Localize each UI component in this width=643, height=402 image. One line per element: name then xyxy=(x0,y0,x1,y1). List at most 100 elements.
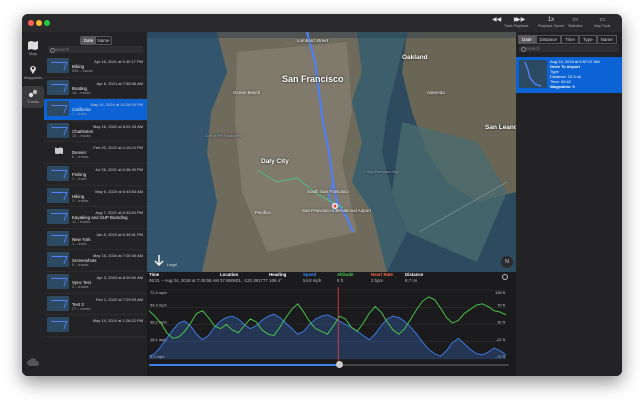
toolbar-button-4[interactable]: ▭ Statistics xyxy=(568,16,582,28)
list-item[interactable]: Aug 7, 2021 at 6:33:50 PM Kayaking and SU… xyxy=(44,207,147,229)
zoom-window-button[interactable] xyxy=(44,20,50,26)
search-icon xyxy=(50,48,55,53)
rail-waypoints[interactable]: Waypoints xyxy=(22,62,44,84)
item-count: 5 – tracks xyxy=(72,263,89,268)
item-date: Feb 20, 2022 at 4:10:24 PM xyxy=(93,145,143,151)
item-count: 535 – tracks xyxy=(72,69,93,73)
toolbar-button-0[interactable]: ◀◀ xyxy=(492,16,501,24)
map-label: Lombard Street xyxy=(297,38,329,43)
toolbar-label-5: Map Tools xyxy=(594,24,611,28)
item-thumbnail xyxy=(47,101,69,117)
scrubber-fill xyxy=(149,364,340,366)
list-item[interactable]: Apr 6, 2021 at 7:58:36 AM Boating 16 – tra… xyxy=(44,78,147,100)
metric-value: 8.7 mi xyxy=(405,278,417,283)
rail-map-label: Map xyxy=(29,51,37,56)
scrubber-knob[interactable] xyxy=(336,361,344,368)
locate-arrow-icon[interactable] xyxy=(154,254,164,266)
metric-value: 2 bpm xyxy=(371,278,384,283)
list-item[interactable]: May 15, 2024 at 7:00:36 AM Screenshots 5 –… xyxy=(44,250,147,272)
toolbar-button-5[interactable]: ▭ Map Tools xyxy=(594,16,610,28)
rail-map[interactable]: Map xyxy=(22,38,44,60)
item-date: Apr 3, 2023 at 8:00:00 AM xyxy=(96,274,143,280)
search-icon xyxy=(521,47,526,52)
chart-metric-distance[interactable]: Distance 8.7 mi xyxy=(405,272,423,283)
chart-plot[interactable]: 72.4 mph 128 ft54.3 mph 79 ft36.2 mph 30 ft… xyxy=(147,287,516,362)
item-count: 11 – tracks xyxy=(72,220,91,225)
list-item[interactable]: May 14, 2024 at 1:26:22 PM xyxy=(44,315,147,337)
sort-name-tab[interactable]: Name xyxy=(96,37,111,44)
list-search-input[interactable]: Search xyxy=(48,46,143,53)
toolbar-glyph-3: 1x xyxy=(547,17,555,23)
chart-metric-location[interactable]: Location 37.650601, -122.391777 xyxy=(220,272,268,283)
sort-date-tab[interactable]: Date xyxy=(81,37,96,44)
metric-key: Altitude xyxy=(337,272,354,277)
list-item[interactable]: Feb 20, 2022 at 4:10:24 PM Denver 6 – trac… xyxy=(44,142,147,164)
list-item[interactable]: May 14, 2024 at 10:26:09 PM California 7 –… xyxy=(44,99,147,121)
list-item[interactable]: Apr 16, 2021 at 5:40:17 PM Biking 535 – tr… xyxy=(44,56,147,78)
track-sort-tab-date[interactable]: Date xyxy=(518,35,536,44)
map-label: Ocean Beach xyxy=(233,90,261,95)
cloud-icon xyxy=(27,358,39,366)
metric-value: 06:21 – Aug 24, 2018 at 7:45:58 AM xyxy=(149,278,220,283)
item-count: 10 – tracks xyxy=(72,133,91,138)
folder-list: Date Name Search Apr 16, 2021 at 5:40:17… xyxy=(44,32,147,376)
track-search-input[interactable]: Search xyxy=(519,45,619,52)
item-thumbnail xyxy=(47,230,69,246)
item-thumbnail xyxy=(47,58,69,73)
track-sort-tab-time[interactable]: Time xyxy=(561,35,579,44)
track-sort-tab-distance[interactable]: Distance xyxy=(535,35,562,44)
chart-metric-heart-rate[interactable]: Heart Rate 2 bpm xyxy=(371,272,393,283)
item-count: 3 – tracks xyxy=(72,284,89,289)
map-view[interactable]: San Francisco Oakland Daly City Alameda San … xyxy=(147,32,516,272)
folder-map-icon xyxy=(55,147,63,155)
item-thumbnail xyxy=(47,273,69,289)
list-item[interactable]: Apr 3, 2023 at 8:00:00 AM Sync Test 3 – tr… xyxy=(44,272,147,294)
playback-scrubber[interactable] xyxy=(149,361,509,368)
map-legal-link[interactable]: Legal xyxy=(167,262,177,267)
item-thumbnail xyxy=(47,252,69,268)
toolbar-button-2[interactable]: ▶▶ xyxy=(516,16,525,24)
item-thumbnail xyxy=(47,317,69,333)
item-count: 27 – tracks xyxy=(72,306,91,311)
metric-value: 54.8 mph xyxy=(303,278,322,283)
list-item[interactable]: May 16, 2022 at 8:01:43 AM Charleston 10 –… xyxy=(44,121,147,143)
track-row-selected[interactable]: Aug 24, 2018 at 6:57:07 AM Drive To Airp… xyxy=(516,57,622,93)
rail-tracks[interactable]: Tracks xyxy=(22,86,44,108)
list-item[interactable]: Jan 8, 2023 at 6:39:41 PM New York 1 – tra… xyxy=(44,229,147,251)
chart-metric-time[interactable]: Time 06:21 – Aug 24, 2018 at 7:45:58 AM xyxy=(149,272,219,283)
item-count: 7 – track xyxy=(72,112,87,117)
pin-icon xyxy=(30,66,36,74)
close-window-button[interactable] xyxy=(28,20,34,26)
item-thumbnail xyxy=(47,165,69,181)
toolbar-button-3[interactable]: 1x Playback Speed xyxy=(538,16,564,28)
track-panel: Date Distance Time Type Name Search Aug 24, … xyxy=(516,32,622,376)
list-item[interactable]: May 6, 2023 at 6:43:54 AM Hiking 3 – track… xyxy=(44,186,147,208)
chart-metric-altitude[interactable]: Altitude 5 ft xyxy=(337,272,353,283)
list-item[interactable]: Feb 1, 2022 at 7:29:03 AM Test 3 27 – trac… xyxy=(44,294,147,316)
minimize-window-button[interactable] xyxy=(36,20,42,26)
item-date: May 15, 2024 at 7:00:36 AM xyxy=(92,253,143,259)
metric-key: Heading xyxy=(269,272,287,277)
toolbar-glyph-0: ◀◀ xyxy=(492,17,502,23)
toolbar-glyph-4: ▭ xyxy=(572,17,579,23)
chart-metric-speed[interactable]: Speed 54.8 mph xyxy=(303,272,321,283)
track-search-placeholder: Search xyxy=(526,46,541,51)
tracks-icon xyxy=(28,89,38,98)
item-date: May 14, 2024 at 1:26:22 PM xyxy=(92,318,143,324)
track-sort-tab-name[interactable]: Name xyxy=(596,35,617,44)
item-thumbnail xyxy=(47,122,69,138)
gear-icon[interactable] xyxy=(502,274,508,280)
toolbar-label-3: Playback Speed xyxy=(538,24,564,28)
map-label: Pacifica xyxy=(255,210,271,215)
list-sort-segment: Date Name xyxy=(80,36,112,45)
item-thumbnail xyxy=(47,187,69,203)
map-imagery xyxy=(147,32,516,272)
track-sort-tab-type[interactable]: Type xyxy=(578,35,597,44)
list-item[interactable]: Jul 26, 2021 at 6:38:49 PM Fishing 1 – tra… xyxy=(44,164,147,186)
compass-button[interactable]: N xyxy=(501,256,513,268)
map-label: Oakland xyxy=(402,54,428,61)
item-count: 3 – tracks xyxy=(72,198,89,203)
chart-metric-heading[interactable]: Heading 169.4° xyxy=(269,272,286,283)
metric-key: Time xyxy=(149,272,160,277)
folder-items: Apr 16, 2021 at 5:40:17 PM Biking 535 – tr… xyxy=(44,56,147,337)
